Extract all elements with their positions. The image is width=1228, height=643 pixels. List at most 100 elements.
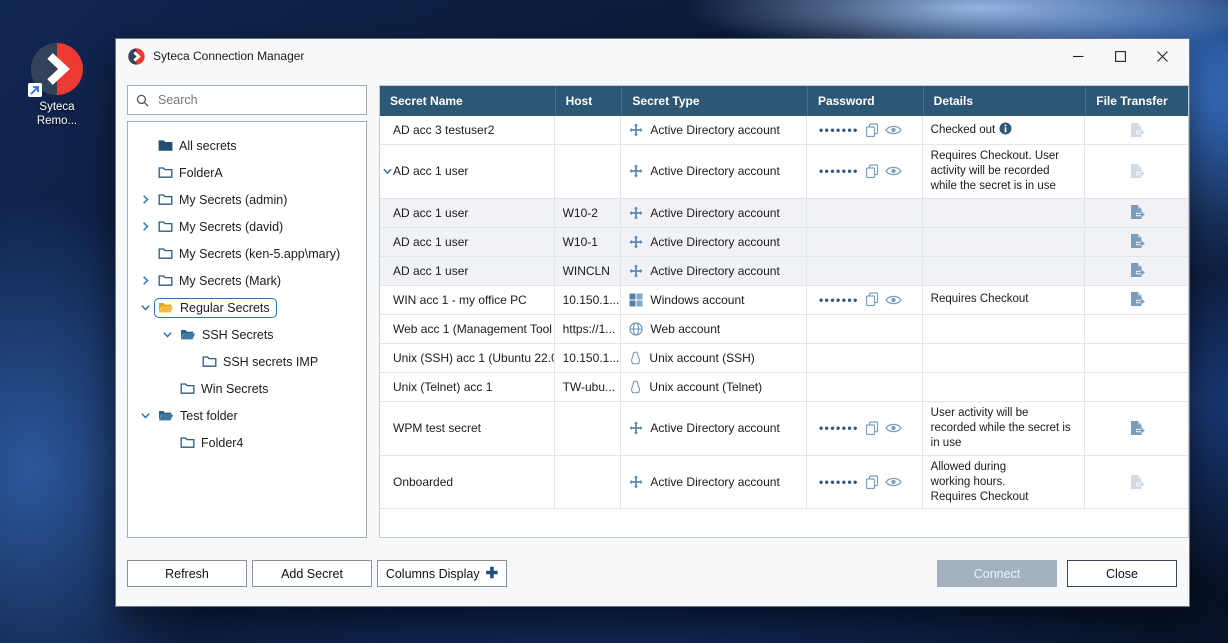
secret-type-cell: Active Directory account	[621, 228, 807, 256]
details-cell: Allowed during working hours. Requires C…	[923, 456, 1086, 509]
password-cell	[807, 315, 923, 343]
table-row[interactable]: Web acc 1 (Management Toolhttps://1...We…	[380, 315, 1188, 344]
tree-item-test-folder[interactable]: Test folder	[128, 402, 366, 429]
secret-name-cell: WIN acc 1 - my office PC	[380, 286, 555, 314]
folder-open-dark-icon	[180, 328, 196, 341]
table-row[interactable]: OnboardedActive Directory account•••••••…	[380, 456, 1188, 510]
minimize-icon[interactable]	[1057, 39, 1099, 73]
secret-type-label: Active Directory account	[650, 123, 779, 137]
table-row[interactable]: AD acc 1 userWINCLNActive Directory acco…	[380, 257, 1188, 286]
file-transfer-icon[interactable]	[1128, 233, 1146, 250]
file-transfer-icon-disabled	[1128, 122, 1146, 139]
password-cell	[807, 344, 923, 372]
file-transfer-cell	[1085, 145, 1188, 198]
tree-item-my-secrets-mark[interactable]: My Secrets (Mark)	[128, 267, 366, 294]
chevron-right-icon[interactable]	[137, 275, 154, 286]
show-password-eye-icon[interactable]	[885, 422, 902, 434]
folder-outline-icon	[158, 274, 173, 287]
password-cell: •••••••	[807, 286, 923, 314]
column-header-host[interactable]: Host	[555, 86, 622, 116]
tree-item-win-secrets[interactable]: Win Secrets	[128, 375, 366, 402]
column-header-details[interactable]: Details	[923, 86, 1086, 116]
desktop-shortcut-syteca[interactable]: Syteca Remo...	[12, 42, 102, 129]
copy-password-icon[interactable]	[865, 292, 879, 307]
show-password-eye-icon[interactable]	[885, 294, 902, 306]
secret-name-cell: Unix (Telnet) acc 1	[380, 373, 555, 401]
copy-password-icon[interactable]	[865, 123, 879, 138]
web-icon	[629, 322, 643, 336]
table-row[interactable]: Unix (SSH) acc 1 (Ubuntu 22.010.150.1...…	[380, 344, 1188, 373]
tree-item-foldera[interactable]: FolderA	[128, 159, 366, 186]
tree-item-ssh-secrets[interactable]: SSH Secrets	[128, 321, 366, 348]
show-password-eye-icon[interactable]	[885, 165, 902, 177]
host-cell: 10.150.1...	[555, 344, 622, 372]
tree-item-my-secrets-admin[interactable]: My Secrets (admin)	[128, 186, 366, 213]
secrets-table: Secret NameHostSecret TypePasswordDetail…	[379, 85, 1189, 538]
copy-password-icon[interactable]	[865, 475, 879, 490]
refresh-button[interactable]: Refresh	[127, 560, 247, 587]
table-row[interactable]: AD acc 3 testuser2Active Directory accou…	[380, 116, 1188, 145]
host-cell: https://1...	[555, 315, 622, 343]
connect-button[interactable]: Connect	[937, 560, 1057, 587]
chevron-down-icon[interactable]	[159, 329, 176, 340]
tree-item-my-secrets-david[interactable]: My Secrets (david)	[128, 213, 366, 240]
row-expander-chevron-down-icon[interactable]	[382, 166, 393, 177]
window-titlebar: Syteca Connection Manager	[116, 39, 1189, 73]
file-transfer-icon[interactable]	[1128, 291, 1146, 308]
folder-tree: All secretsFolderAMy Secrets (admin)My S…	[127, 121, 367, 538]
close-icon[interactable]	[1141, 39, 1183, 73]
chevron-down-icon[interactable]	[137, 302, 154, 313]
table-row[interactable]: AD acc 1 userW10-1Active Directory accou…	[380, 228, 1188, 257]
tree-item-my-secrets-ken-5-app-mary[interactable]: My Secrets (ken-5.app\mary)	[128, 240, 366, 267]
show-password-eye-icon[interactable]	[885, 476, 902, 488]
column-header-secret-type[interactable]: Secret Type	[621, 86, 807, 116]
add-secret-button[interactable]: Add Secret	[252, 560, 372, 587]
folder-outline-icon	[180, 382, 195, 395]
tree-item-label: My Secrets (ken-5.app\mary)	[179, 247, 340, 261]
secret-type-label: Active Directory account	[650, 421, 779, 435]
secret-type-cell: Active Directory account	[621, 199, 807, 227]
column-header-secret-name[interactable]: Secret Name	[380, 86, 555, 116]
column-header-file-transfer[interactable]: File Transfer	[1085, 86, 1188, 116]
details-cell: Requires Checkout. User activity will be…	[923, 145, 1086, 198]
secret-name-cell: WPM test secret	[380, 402, 555, 455]
password-cell: •••••••	[807, 402, 923, 455]
details-cell: Checked out	[923, 116, 1086, 144]
copy-password-icon[interactable]	[865, 421, 879, 436]
tree-item-label: Test folder	[180, 409, 238, 423]
table-row[interactable]: AD acc 1 userW10-2Active Directory accou…	[380, 199, 1188, 228]
info-icon[interactable]	[999, 122, 1012, 135]
copy-password-icon[interactable]	[865, 164, 879, 179]
show-password-eye-icon[interactable]	[885, 124, 902, 136]
password-dots: •••••••	[819, 124, 859, 136]
secret-type-label: Active Directory account	[650, 235, 779, 249]
folder-outline-icon	[158, 247, 173, 260]
folder-outline-icon	[158, 166, 173, 179]
maximize-icon[interactable]	[1099, 39, 1141, 73]
tree-item-all-secrets[interactable]: All secrets	[128, 132, 366, 159]
table-row[interactable]: AD acc 1 userActive Directory account•••…	[380, 145, 1188, 199]
table-row[interactable]: WPM test secret Active Directory account •…	[380, 402, 1188, 456]
file-transfer-icon[interactable]	[1128, 262, 1146, 279]
file-transfer-icon[interactable]	[1128, 204, 1146, 221]
close-button[interactable]: Close	[1067, 560, 1177, 587]
chevron-right-icon[interactable]	[137, 194, 154, 205]
tree-item-regular-secrets[interactable]: Regular Secrets	[128, 294, 366, 321]
plus-icon: ✚	[486, 566, 499, 581]
chevron-right-icon[interactable]	[137, 221, 154, 232]
secret-type-label: Active Directory account	[650, 264, 779, 278]
columns-display-button[interactable]: Columns Display✚	[377, 560, 507, 587]
password-cell: •••••••	[807, 116, 923, 144]
table-row[interactable]: Unix (Telnet) acc 1TW-ubu...Unix account…	[380, 373, 1188, 402]
search-input[interactable]	[156, 92, 358, 108]
tree-item-ssh-secrets-imp[interactable]: SSH secrets IMP	[128, 348, 366, 375]
chevron-down-icon[interactable]	[137, 410, 154, 421]
folder-outline-icon	[180, 436, 195, 449]
tree-item-folder4[interactable]: Folder4	[128, 429, 366, 456]
file-transfer-icon[interactable]	[1128, 420, 1146, 437]
column-header-password[interactable]: Password	[807, 86, 923, 116]
file-transfer-cell	[1085, 373, 1188, 401]
secret-type-cell: Web account	[621, 315, 807, 343]
folder-open-yellow-icon	[158, 301, 174, 314]
table-row[interactable]: WIN acc 1 - my office PC10.150.1...Windo…	[380, 286, 1188, 315]
